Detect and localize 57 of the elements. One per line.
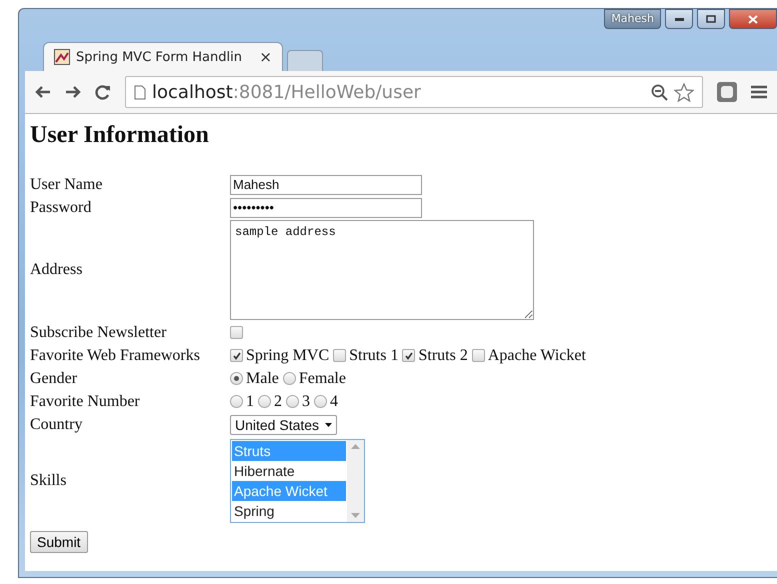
text-field[interactable]: Mahesh [230, 174, 422, 194]
checkbox[interactable] [333, 349, 346, 362]
checkbox-label: Spring MVC [246, 346, 330, 364]
field-label: User Name [30, 176, 104, 194]
maximize-button[interactable] [697, 9, 725, 29]
checkbox[interactable] [472, 349, 485, 362]
extension-icon[interactable] [717, 82, 737, 102]
field-label: Country [30, 416, 84, 434]
radio-button[interactable] [230, 395, 243, 408]
field-label: Favorite Number [30, 392, 141, 410]
checkbox-label: Struts 1 [349, 346, 398, 364]
address-bar[interactable]: localhost:8081/HelloWeb/user [125, 76, 703, 108]
radio-button[interactable] [282, 372, 296, 385]
field-label: Address [30, 261, 84, 279]
field-label: Skills [30, 472, 68, 490]
tab-title: Spring MVC Form Handlin [76, 50, 243, 64]
radio-label: 3 [302, 392, 310, 410]
reload-icon[interactable] [95, 84, 111, 100]
minimize-icon [674, 18, 684, 20]
radio-label: 1 [246, 392, 254, 410]
checkbox-label: Apache Wicket [488, 346, 586, 364]
text-field[interactable]: ••••••••• [230, 198, 422, 218]
checkbox[interactable] [230, 326, 243, 339]
browser-tab[interactable]: Spring MVC Form Handlin × [43, 42, 283, 71]
back-icon[interactable] [35, 85, 51, 99]
field-label: Password [30, 198, 92, 216]
maximize-icon [706, 15, 716, 23]
close-icon [748, 14, 758, 24]
checkbox[interactable] [402, 349, 416, 362]
field-label: Favorite Web Frameworks [30, 346, 201, 364]
close-button[interactable] [729, 9, 777, 29]
radio-button[interactable] [258, 395, 271, 408]
page-icon [134, 84, 146, 100]
radio-button[interactable] [314, 395, 327, 408]
checkbox[interactable] [230, 349, 243, 362]
minimize-button[interactable] [665, 9, 693, 29]
radio-label: Male [246, 370, 279, 388]
radio-label: 2 [274, 392, 282, 410]
star-icon[interactable] [674, 82, 694, 102]
page-heading: User Information [30, 122, 210, 149]
close-tab-icon[interactable]: × [259, 48, 272, 66]
radio-button[interactable] [286, 395, 299, 408]
radio-button[interactable] [230, 372, 243, 385]
country-dropdown[interactable]: United States [230, 415, 338, 435]
url-text: localhost:8081/HelloWeb/user [152, 82, 422, 102]
radio-label: Female [298, 370, 346, 388]
submit-button[interactable]: Submit [30, 531, 88, 553]
field-label: Subscribe Newsletter [30, 324, 168, 342]
image-icon [54, 49, 70, 65]
checkbox-label: Struts 2 [418, 346, 468, 364]
zoom-icon[interactable] [651, 84, 668, 100]
menu-icon[interactable] [751, 85, 767, 99]
radio-label: 4 [330, 392, 338, 410]
caret-icon [325, 423, 332, 427]
field-label: Gender [30, 370, 78, 388]
forward-icon[interactable] [65, 85, 81, 99]
address-field[interactable]: sample address [230, 220, 534, 320]
